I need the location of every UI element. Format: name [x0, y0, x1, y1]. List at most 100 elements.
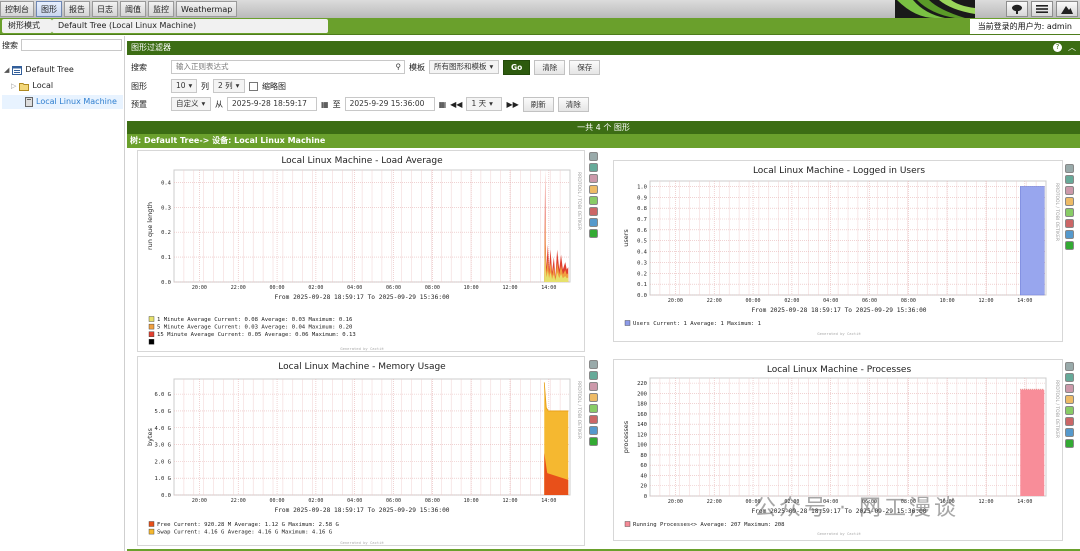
x-tick-label: 06:00: [386, 498, 401, 504]
graph-action-icon-0[interactable]: [1065, 362, 1074, 371]
tab-5[interactable]: 监控: [148, 1, 174, 17]
shift-right-icon[interactable]: ▶▶: [506, 100, 518, 109]
y-tick-label: 160: [637, 412, 647, 418]
tree-item-default-tree[interactable]: ◢ Default Tree: [4, 63, 74, 77]
calendar-icon[interactable]: ▦: [439, 100, 447, 109]
legend-entry: Swap Current: 4.16 G Average: 4.16 G Max…: [157, 530, 333, 536]
graph-title: Local Linux Machine - Processes: [767, 365, 912, 375]
graph-action-icon-5[interactable]: [1065, 219, 1074, 228]
graph-action-icon-0[interactable]: [589, 360, 598, 369]
breadcrumb-mode[interactable]: 树形模式: [2, 19, 52, 33]
graph-logged-in-users[interactable]: Local Linux Machine - Logged in Users RRD…: [613, 160, 1063, 342]
graph-action-icon-1[interactable]: [1065, 373, 1074, 382]
top-bar: 控制台 图形 报告 日志 阈值 监控 Weathermap: [0, 0, 1080, 18]
tree-item-label: Local Linux Machine: [36, 97, 117, 106]
tab-0[interactable]: 控制台: [0, 1, 34, 17]
legend-swatch: [148, 316, 155, 322]
graph-action-icon-2[interactable]: [1065, 186, 1074, 195]
graph-action-icon-7[interactable]: [589, 229, 598, 238]
generated-label: Generated by Cacti®: [340, 540, 384, 545]
graph-action-icon-5[interactable]: [589, 207, 598, 216]
graph-memory-usage[interactable]: Local Linux Machine - Memory Usage RRDTOO…: [137, 356, 585, 546]
tree-item-local[interactable]: ▷ Local: [11, 79, 53, 93]
y-tick-label: 0.1: [637, 282, 647, 288]
tab-4[interactable]: 阈值: [120, 1, 146, 17]
graph-action-icon-6[interactable]: [1065, 230, 1074, 239]
template-select[interactable]: 所有图形和模板 ▾: [429, 60, 499, 74]
timespan-select[interactable]: 1 天 ▾: [466, 97, 503, 111]
columns-select[interactable]: 2 列 ▾: [213, 79, 245, 93]
graph-action-icon-3[interactable]: [1065, 197, 1074, 206]
y-tick-label: 60: [640, 463, 647, 469]
graph-action-icon-1[interactable]: [589, 371, 598, 380]
preset-select[interactable]: 自定义 ▾: [171, 97, 211, 111]
graph-load-average[interactable]: Local Linux Machine - Load Average RRDTOO…: [137, 150, 585, 352]
cloud-icon[interactable]: [1006, 1, 1028, 17]
tab-1[interactable]: 图形: [36, 1, 62, 17]
graph-action-icon-2[interactable]: [1065, 384, 1074, 393]
graph-action-icon-4[interactable]: [1065, 406, 1074, 415]
graph-action-icon-3[interactable]: [1065, 395, 1074, 404]
clear-time-button[interactable]: 清除: [557, 96, 589, 112]
graph-action-icon-5[interactable]: [1065, 417, 1074, 426]
clear-button[interactable]: 清除: [534, 59, 566, 75]
collapse-arrow-icon[interactable]: ▷: [11, 79, 16, 93]
tab-6[interactable]: Weathermap: [176, 1, 238, 17]
graph-action-icon-3[interactable]: [589, 393, 598, 402]
current-user-label: 当前登录的用户为: admin: [969, 19, 1080, 34]
graphs-per-page-select[interactable]: 10 ▾: [171, 79, 197, 93]
graph-action-icon-0[interactable]: [589, 152, 598, 161]
go-button[interactable]: Go: [503, 59, 531, 75]
breadcrumb-path[interactable]: Default Tree (Local Linux Machine): [52, 19, 328, 33]
save-button[interactable]: 保存: [569, 59, 601, 75]
tab-2[interactable]: 报告: [64, 1, 90, 17]
from-date-input[interactable]: 2025-9-28 18:59:17: [227, 97, 317, 111]
shift-left-icon[interactable]: ◀◀: [450, 100, 462, 109]
x-tick-label: 04:00: [823, 298, 838, 304]
graph-action-icon-1[interactable]: [589, 163, 598, 172]
graph-action-icon-7[interactable]: [1065, 439, 1074, 448]
graph-action-icon-7[interactable]: [589, 437, 598, 446]
x-tick-label: 10:00: [464, 285, 479, 291]
tree-item-local-linux-machine[interactable]: Local Linux Machine: [2, 95, 123, 109]
x-tick-label: 06:00: [386, 285, 401, 291]
menu-icon[interactable]: [1031, 1, 1053, 17]
x-tick-label: 14:00: [1017, 499, 1032, 505]
refresh-button[interactable]: 刷新: [522, 96, 554, 112]
y-axis-label: users: [622, 229, 630, 247]
expand-arrow-icon[interactable]: ◢: [4, 63, 9, 77]
help-icon[interactable]: ?: [1053, 43, 1062, 52]
sidebar-search-input[interactable]: [21, 39, 122, 51]
y-tick-label: 0: [644, 494, 647, 500]
x-tick-label: 02:00: [308, 285, 323, 291]
graph-action-icon-7[interactable]: [1065, 241, 1074, 250]
collapse-icon[interactable]: ︿: [1068, 41, 1076, 55]
mountain-icon[interactable]: [1056, 1, 1078, 17]
thumbnail-checkbox[interactable]: [249, 81, 258, 91]
graph-action-icon-5[interactable]: [589, 415, 598, 424]
to-date-input[interactable]: 2025-9-29 15:36:00: [344, 97, 435, 111]
main-content: 图形过滤器 ? ︿ 搜索 输入正则表达式 ⚲ 模板 所有图形和模板 ▾ Go 清除…: [127, 38, 1080, 551]
rrdtool-label: RRDTOOL / TOBI OETIKER: [576, 172, 582, 230]
graph-action-icon-1[interactable]: [1065, 175, 1074, 184]
search-input[interactable]: 输入正则表达式 ⚲: [171, 60, 405, 74]
from-label: 从: [215, 99, 223, 109]
x-tick-label: 22:00: [707, 499, 722, 505]
filter-row-graphs: 图形 10 ▾ 列 2 列 ▾ 缩略图: [127, 77, 1080, 95]
graph-action-icon-2[interactable]: [589, 382, 598, 391]
graph-action-icon-0[interactable]: [1065, 164, 1074, 173]
graph-action-icon-6[interactable]: [589, 218, 598, 227]
graph-action-icon-6[interactable]: [589, 426, 598, 435]
graph-action-icon-4[interactable]: [589, 196, 598, 205]
x-tick-label: 02:00: [784, 298, 799, 304]
graph-action-icon-6[interactable]: [1065, 428, 1074, 437]
graph-action-icon-4[interactable]: [1065, 208, 1074, 217]
graph-actions-memory: [589, 360, 598, 446]
calendar-icon[interactable]: ▦: [321, 100, 329, 109]
time-range-label: From 2025-09-28 18:59:17 To 2025-09-29 1…: [751, 307, 926, 314]
graph-action-icon-4[interactable]: [589, 404, 598, 413]
graph-action-icon-2[interactable]: [589, 174, 598, 183]
graph-action-icon-3[interactable]: [589, 185, 598, 194]
tab-3[interactable]: 日志: [92, 1, 118, 17]
y-tick-label: 180: [637, 402, 647, 408]
